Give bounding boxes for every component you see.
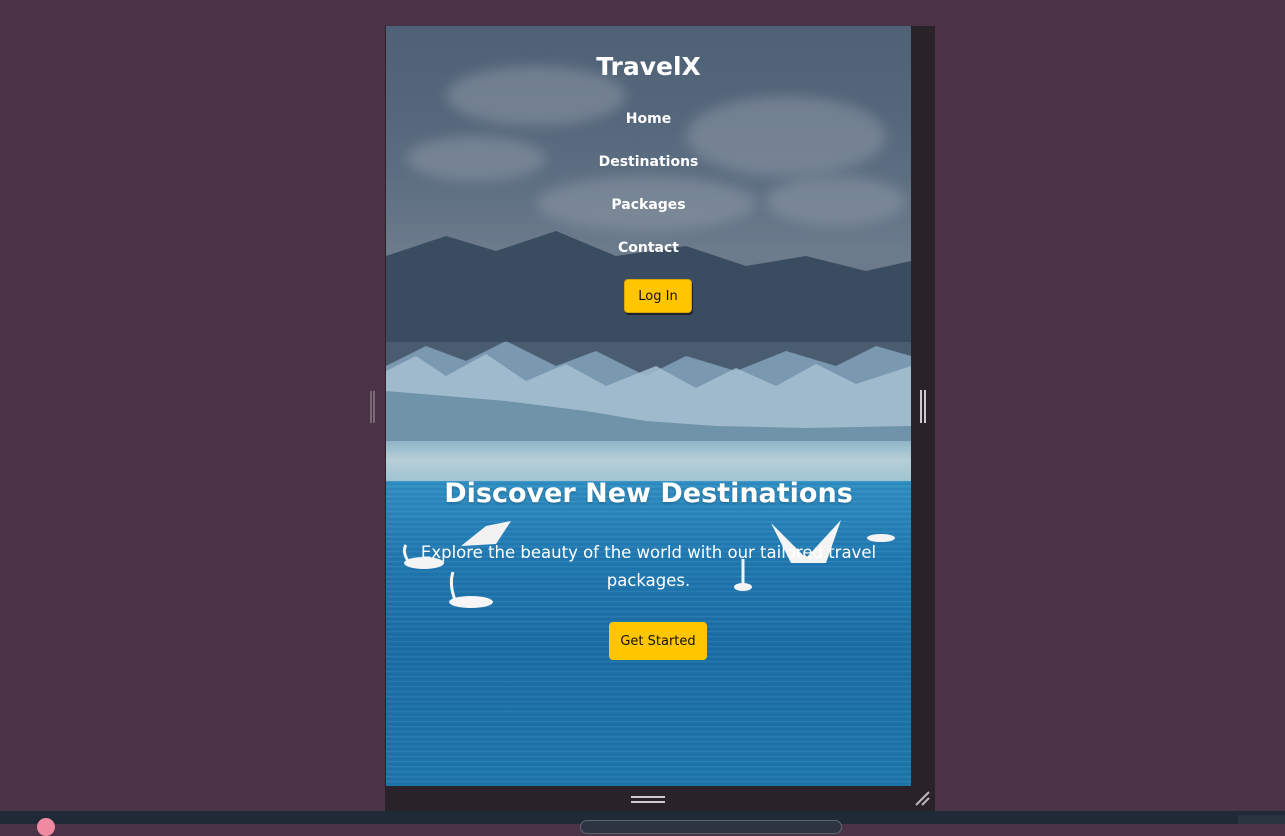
brand-logo[interactable]: TravelX xyxy=(386,52,911,81)
nav-link-destinations[interactable]: Destinations xyxy=(386,153,911,196)
nav-link-contact[interactable]: Contact xyxy=(386,239,911,282)
nav-link-home[interactable]: Home xyxy=(386,110,911,153)
hero-background-image: TravelX Home Destinations Packages Conta… xyxy=(386,26,911,786)
hero-title: Discover New Destinations xyxy=(444,478,853,509)
get-started-button[interactable]: Get Started xyxy=(609,622,707,660)
shoreline xyxy=(386,441,911,483)
page-viewport: TravelX Home Destinations Packages Conta… xyxy=(386,26,911,786)
resize-handle-right-icon[interactable] xyxy=(920,390,926,423)
resize-handle-bottom-icon[interactable] xyxy=(631,796,665,803)
main-nav: Home Destinations Packages Contact xyxy=(386,110,911,282)
login-button[interactable]: Log In xyxy=(624,279,692,313)
taskbar-search-box[interactable] xyxy=(580,820,842,834)
taskbar-tray xyxy=(1238,815,1285,824)
hero-subtitle: Explore the beauty of the world with our… xyxy=(420,543,877,590)
taskbar-app-icon[interactable] xyxy=(37,818,55,836)
resize-handle-left-icon[interactable] xyxy=(370,391,375,423)
nav-link-packages[interactable]: Packages xyxy=(386,196,911,239)
resize-corner-icon[interactable] xyxy=(913,789,931,807)
site-header: TravelX Home Destinations Packages Conta… xyxy=(386,26,911,342)
